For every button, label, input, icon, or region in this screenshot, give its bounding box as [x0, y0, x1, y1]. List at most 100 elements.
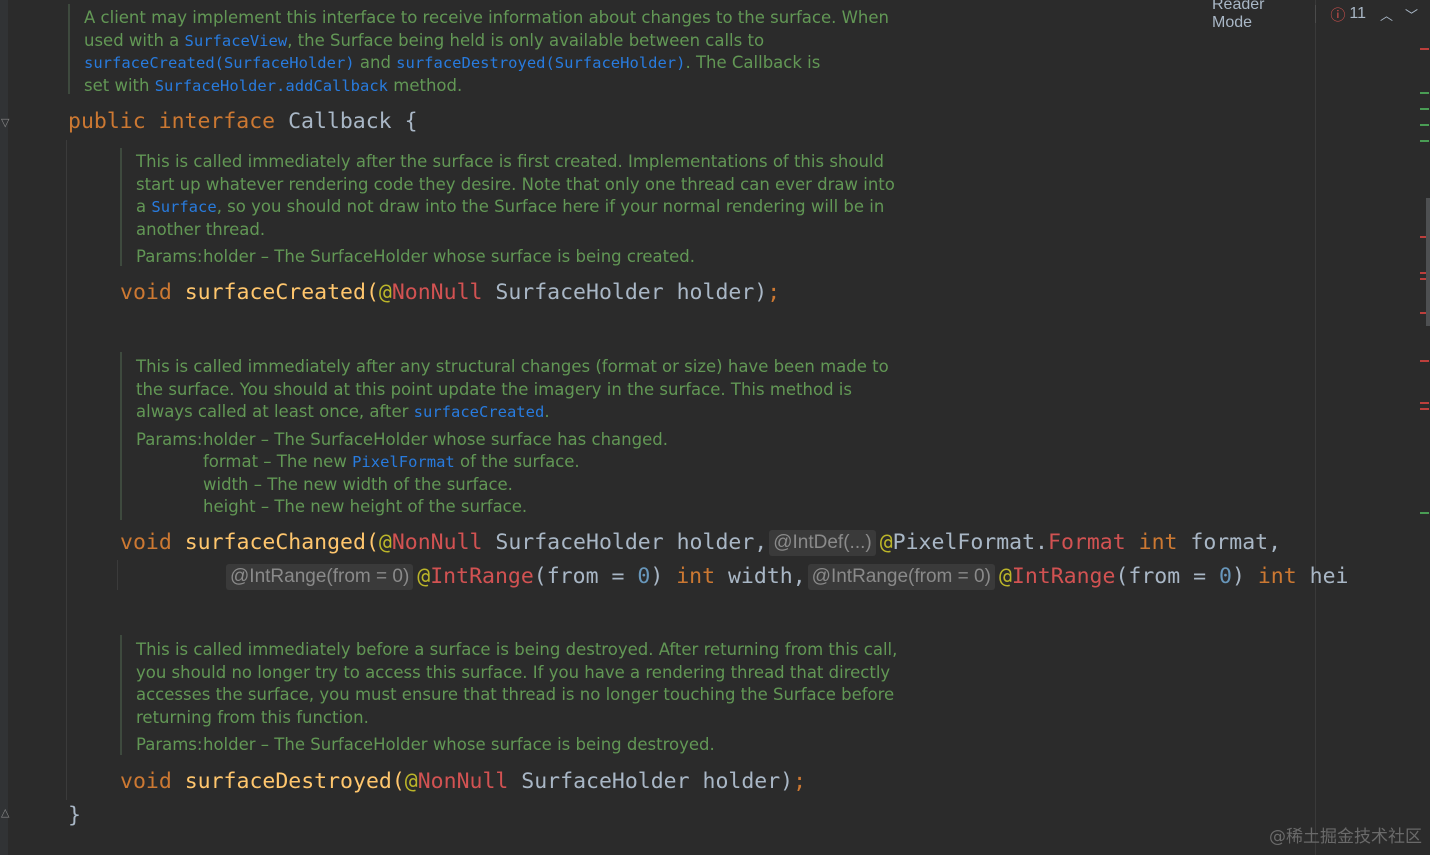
- change-mark[interactable]: [1420, 124, 1429, 126]
- surface-created-signature[interactable]: void surfaceCreated(@NonNull SurfaceHold…: [120, 279, 780, 307]
- keyword-void: void: [120, 530, 172, 555]
- param-holder: holder – The SurfaceHolder whose surface…: [203, 247, 695, 266]
- doc-line: A client may implement this interface to…: [84, 8, 889, 27]
- error-stripe[interactable]: [1418, 0, 1430, 855]
- keyword-int: int: [663, 564, 716, 589]
- annotation-args: (from =: [533, 564, 638, 589]
- error-mark[interactable]: [1420, 48, 1429, 50]
- annotation-intrange: IntRange: [430, 564, 534, 589]
- doc-text: . The Callback is: [685, 53, 821, 72]
- chevron-up-icon[interactable]: ︿: [1380, 5, 1393, 24]
- surface-changed-signature-line2[interactable]: @IntRange(from = 0) @IntRange(from = 0) i…: [224, 563, 1348, 591]
- parameter-height: hei: [1296, 564, 1349, 589]
- chevron-down-icon[interactable]: ﹀: [1405, 5, 1418, 24]
- parameter-list: SurfaceHolder holder): [508, 769, 794, 794]
- doc-line: accesses the surface, you must ensure th…: [136, 685, 895, 704]
- doc-line: start up whatever rendering code they de…: [136, 174, 895, 194]
- error-count[interactable]: 11: [1349, 5, 1366, 23]
- annotation-nonnull: NonNull: [391, 280, 483, 305]
- doc-line: another thread.: [136, 219, 266, 239]
- paren: ): [1231, 564, 1245, 589]
- interface-doc-comment: A client may implement this interface to…: [84, 7, 889, 97]
- inlay-hint-intdef[interactable]: @IntDef(...): [769, 530, 876, 556]
- add-callback-link[interactable]: SurfaceHolder.addCallback: [155, 77, 388, 95]
- error-mark[interactable]: [1420, 408, 1429, 410]
- keyword-int: int: [1244, 564, 1297, 589]
- doc-text: method.: [388, 75, 463, 95]
- doc-line: used with a SurfaceView, the Surface bei…: [84, 30, 889, 53]
- doc-text: of the surface.: [454, 452, 580, 471]
- annotation-nonnull: NonNull: [391, 530, 483, 555]
- surface-destroyed-link[interactable]: surfaceDestroyed(SurfaceHolder): [396, 54, 685, 72]
- change-mark[interactable]: [1420, 92, 1429, 94]
- doc-text: set with: [84, 75, 155, 95]
- doc-params: Params:holder – The SurfaceHolder whose …: [136, 429, 889, 452]
- keyword-void: void: [120, 769, 172, 794]
- parameter-format: format,: [1177, 530, 1282, 555]
- inlay-hint-intrange[interactable]: @IntRange(from = 0): [807, 564, 995, 590]
- error-mark[interactable]: [1420, 360, 1429, 362]
- keyword-int: int: [1125, 530, 1178, 555]
- method-name: surfaceCreated(: [171, 280, 379, 305]
- inlay-hint-intrange[interactable]: @IntRange(from = 0): [226, 564, 414, 590]
- surface-link[interactable]: Surface: [151, 198, 216, 216]
- doc-line: This is called immediately before a surf…: [136, 640, 898, 659]
- surface-created-link[interactable]: surfaceCreated(SurfaceHolder): [84, 54, 355, 72]
- fold-end-icon[interactable]: △: [1, 806, 14, 820]
- editor-toolbar: Reader Mode ⓘ 11 ︿ ﹀: [1212, 0, 1430, 31]
- doc-comment-bar: [120, 352, 122, 520]
- surface-changed-signature-line1[interactable]: void surfaceChanged(@NonNull SurfaceHold…: [120, 529, 1281, 557]
- paren: ): [650, 564, 664, 589]
- pixelformat-link[interactable]: PixelFormat: [352, 453, 455, 471]
- annotation-at: @: [378, 530, 392, 555]
- annotation-at: @: [417, 564, 431, 589]
- change-mark[interactable]: [1420, 108, 1429, 110]
- scrollbar-thumb[interactable]: [1426, 198, 1430, 326]
- doc-text: a: [136, 197, 152, 216]
- change-mark[interactable]: [1420, 140, 1429, 142]
- doc-text: always called at least once, after: [136, 402, 414, 421]
- doc-params: Params:holder – The SurfaceHolder whose …: [136, 734, 897, 757]
- parameter-width: width,: [715, 564, 806, 589]
- surfaceview-link[interactable]: SurfaceView: [185, 32, 288, 50]
- doc-line: the surface. You should at this point up…: [136, 379, 852, 399]
- semicolon: ;: [767, 280, 781, 305]
- doc-text: , the Surface being held is only availab…: [287, 30, 765, 50]
- fold-collapse-icon[interactable]: ▽: [1, 116, 14, 130]
- doc-line: returning from this function.: [136, 707, 369, 727]
- doc-comment-bar: [120, 635, 122, 755]
- number-literal: 0: [637, 564, 651, 589]
- surface-created-link[interactable]: surfaceCreated: [414, 403, 545, 421]
- surface-destroyed-signature[interactable]: void surfaceDestroyed(@NonNull SurfaceHo…: [120, 768, 806, 796]
- interface-name: Callback {: [275, 109, 418, 134]
- error-mark[interactable]: [1420, 402, 1429, 404]
- annotation-args: (from =: [1115, 564, 1220, 589]
- annotation-at: @: [998, 564, 1012, 589]
- reader-mode-button[interactable]: Reader Mode: [1212, 0, 1301, 32]
- method-name: surfaceChanged(: [171, 530, 379, 555]
- keyword-public: public: [68, 109, 146, 134]
- right-margin-line: [1315, 0, 1316, 855]
- params-label: Params:: [136, 735, 203, 754]
- interface-declaration[interactable]: public interface Callback {: [68, 108, 418, 136]
- change-mark[interactable]: [1420, 512, 1429, 514]
- annotation-at: @: [404, 769, 418, 794]
- doc-line: This is called immediately after the sur…: [136, 152, 884, 171]
- keyword-interface: interface: [158, 109, 276, 134]
- keyword-void: void: [120, 280, 172, 305]
- doc-text: format – The new: [203, 452, 353, 471]
- parameter-holder: SurfaceHolder holder,: [482, 530, 768, 555]
- doc-comment-bar: [68, 4, 70, 94]
- closing-brace[interactable]: }: [68, 802, 81, 830]
- doc-line: surfaceCreated(SurfaceHolder) and surfac…: [84, 52, 889, 75]
- surface-created-doc-comment: This is called immediately after the sur…: [136, 151, 895, 269]
- indent-guide: [66, 140, 67, 800]
- doc-text: used with a: [84, 30, 185, 50]
- doc-text: , so you should not draw into the Surfac…: [216, 197, 885, 216]
- param-holder: holder – The SurfaceHolder whose surface…: [203, 429, 668, 449]
- doc-comment-bar: [120, 148, 122, 266]
- params-label: Params:: [136, 247, 203, 266]
- annotation-at: @: [378, 280, 392, 305]
- doc-text: .: [544, 402, 550, 421]
- error-circle-icon[interactable]: ⓘ: [1330, 4, 1345, 25]
